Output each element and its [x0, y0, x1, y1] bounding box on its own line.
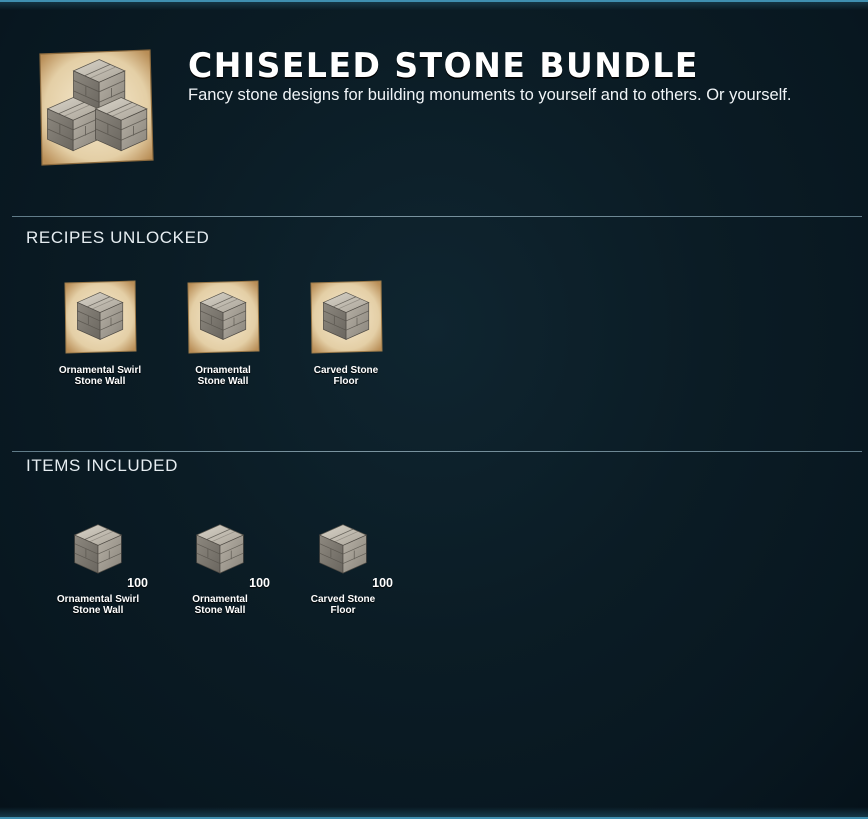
divider [12, 451, 862, 452]
divider [12, 216, 862, 217]
ornamental-swirl-stone-wall-icon [63, 280, 137, 354]
ornamental-stone-wall-icon: 100 [188, 516, 270, 590]
carved-stone-floor-icon [309, 280, 383, 354]
item-quantity: 100 [249, 576, 270, 590]
carved-stone-floor-icon: 100 [311, 516, 393, 590]
item-card[interactable]: 100 Carved Stone Floor [293, 516, 393, 616]
item-quantity: 100 [127, 576, 148, 590]
recipe-card[interactable]: Carved Stone Floor [296, 280, 396, 387]
item-card[interactable]: 100 Ornamental Stone Wall [170, 516, 270, 616]
item-card[interactable]: 100 Ornamental Swirl Stone Wall [48, 516, 148, 616]
recipe-label: Ornamental Swirl Stone Wall [58, 365, 142, 387]
recipe-card[interactable]: Ornamental Stone Wall [173, 280, 273, 387]
recipe-label: Carved Stone Floor [313, 365, 379, 387]
stone-blocks-icon [36, 48, 156, 168]
ornamental-swirl-stone-wall-icon: 100 [66, 516, 148, 590]
item-quantity: 100 [372, 576, 393, 590]
recipes-unlocked-heading: RECIPES UNLOCKED [26, 228, 210, 247]
items-included-heading: ITEMS INCLUDED [26, 456, 178, 475]
bundle-panel: Chiseled Stone Bundle Fancy stone design… [0, 0, 868, 819]
item-label: Ornamental Stone Wall [192, 594, 248, 616]
bundle-description: Fancy stone designs for building monumen… [188, 86, 792, 104]
item-label: Ornamental Swirl Stone Wall [56, 594, 140, 616]
ornamental-stone-wall-icon [186, 280, 260, 354]
bundle-title: Chiseled Stone Bundle [188, 45, 699, 86]
item-label: Carved Stone Floor [310, 594, 376, 616]
recipe-card[interactable]: Ornamental Swirl Stone Wall [50, 280, 150, 387]
recipe-label: Ornamental Stone Wall [195, 365, 251, 387]
